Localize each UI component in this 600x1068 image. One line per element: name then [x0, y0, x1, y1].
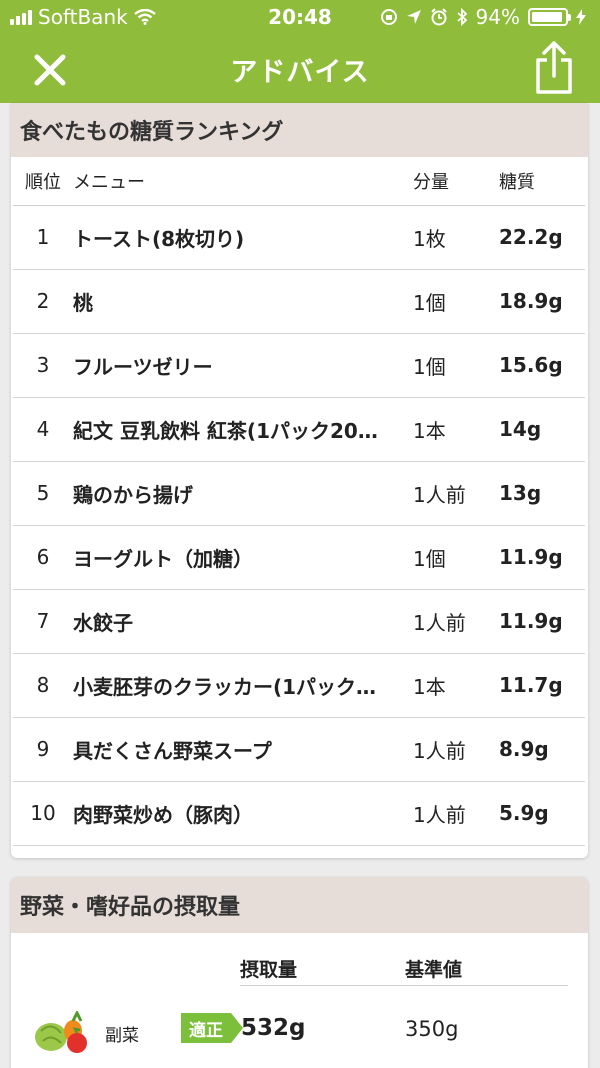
amount-cell: 1人前: [413, 717, 499, 782]
header-amount: 分量: [413, 157, 499, 206]
header-intake: 摂取量: [240, 959, 298, 981]
intake-body: 摂取量 基準値 副菜 適正 532g 350g: [11, 933, 588, 1068]
menu-name: 桃: [73, 290, 93, 315]
alarm-icon: [430, 8, 447, 26]
amount-cell: 1人前: [413, 781, 499, 846]
amount-cell: 1個: [413, 333, 499, 398]
header-carbs: 糖質: [499, 157, 585, 206]
carbs-cell: 13g: [499, 461, 585, 526]
carbs-cell: 11.7g: [499, 653, 585, 718]
amount-cell: 1個: [413, 269, 499, 334]
rank-cell: 8: [13, 653, 73, 718]
header-menu: メニュー: [73, 157, 413, 206]
intake-title: 野菜・嗜好品の摂取量: [11, 877, 588, 933]
battery-icon: [528, 8, 571, 26]
carbs-cell: 8.9g: [499, 717, 585, 782]
header-rank: 順位: [13, 157, 73, 206]
status-bar: SoftBank 20:48 94%: [0, 0, 600, 34]
menu-name-cell: 紀文 豆乳飲料 紅茶(1パック20…: [73, 397, 413, 462]
intake-row-label: 副菜: [105, 1026, 139, 1046]
vegetables-icon: [35, 1011, 87, 1053]
carbs-cell: 5.9g: [499, 781, 585, 846]
menu-name: 紀文 豆乳飲料 紅茶(1パック20…: [73, 418, 378, 443]
carbs-cell: 15.6g: [499, 333, 585, 398]
menu-name-cell: トースト(8枚切り): [73, 205, 413, 270]
menu-name-cell: ヨーグルト（加糖）: [73, 525, 413, 590]
menu-name-cell: 桃: [73, 269, 413, 334]
table-row: 1 トースト(8枚切り) 1枚 22.2g: [13, 205, 585, 270]
intake-value: 532g: [241, 1015, 306, 1041]
amount-cell: 1枚: [413, 205, 499, 270]
status-badge: 適正: [181, 1013, 243, 1043]
divider: [240, 985, 568, 986]
table-header-row: 順位 メニュー 分量 糖質: [13, 157, 585, 206]
carbs-cell: 11.9g: [499, 589, 585, 654]
rank-cell: 3: [13, 333, 73, 398]
table-row: 4 紀文 豆乳飲料 紅茶(1パック20… 1本 14g: [13, 397, 585, 462]
menu-name-cell: 鶏のから揚げ: [73, 461, 413, 526]
charging-icon: [576, 9, 586, 25]
menu-name: 具だくさん野菜スープ: [73, 738, 272, 763]
menu-name-cell: 肉野菜炒め（豚肉）: [73, 781, 413, 846]
battery-percent: 94%: [475, 5, 520, 29]
menu-name: 肉野菜炒め（豚肉）: [73, 802, 253, 827]
location-icon: [406, 10, 421, 24]
menu-name: フルーツゼリー: [73, 354, 213, 379]
vegetable-intake-card: 野菜・嗜好品の摂取量 摂取量 基準値 副菜 適正 532g 350g: [11, 877, 588, 1068]
carbs-cell: 14g: [499, 397, 585, 462]
menu-name: ヨーグルト（加糖）: [73, 546, 253, 571]
rank-cell: 10: [13, 781, 73, 846]
menu-name-cell: 水餃子: [73, 589, 413, 654]
table-row: 3 フルーツゼリー 1個 15.6g: [13, 333, 585, 398]
table-row: 5 鶏のから揚げ 1人前 13g: [13, 461, 585, 526]
carbs-cell: 22.2g: [499, 205, 585, 270]
app-header: SoftBank 20:48 94% アドバイス: [0, 0, 600, 103]
carb-ranking-table: 順位 メニュー 分量 糖質 1 トースト(8枚切り) 1枚 22.2g 2 桃 1個 18.9…: [13, 157, 585, 846]
standard-value: 350g: [405, 1017, 459, 1041]
rotation-lock-icon: [380, 9, 397, 25]
page-title: アドバイス: [230, 57, 370, 88]
carbs-cell: 11.9g: [499, 525, 585, 590]
amount-cell: 1個: [413, 525, 499, 590]
battery-fill: [532, 12, 563, 22]
table-row: 9 具だくさん野菜スープ 1人前 8.9g: [13, 717, 585, 782]
rank-cell: 1: [13, 205, 73, 270]
rank-cell: 9: [13, 717, 73, 782]
rank-cell: 5: [13, 461, 73, 526]
menu-name-cell: 小麦胚芽のクラッカー(1パック…: [73, 653, 413, 718]
amount-cell: 1人前: [413, 461, 499, 526]
rank-cell: 6: [13, 525, 73, 590]
table-row: 8 小麦胚芽のクラッカー(1パック… 1本 11.7g: [13, 653, 585, 718]
menu-name-cell: フルーツゼリー: [73, 333, 413, 398]
rank-cell: 4: [13, 397, 73, 462]
menu-name: トースト(8枚切り): [73, 226, 245, 251]
bluetooth-icon: [456, 8, 467, 26]
amount-cell: 1人前: [413, 589, 499, 654]
header-standard: 基準値: [405, 959, 463, 981]
menu-name: 小麦胚芽のクラッカー(1パック…: [73, 674, 377, 699]
table-row: 6 ヨーグルト（加糖） 1個 11.9g: [13, 525, 585, 590]
menu-name: 鶏のから揚げ: [73, 482, 193, 507]
menu-name-cell: 具だくさん野菜スープ: [73, 717, 413, 782]
rank-cell: 7: [13, 589, 73, 654]
table-row: 2 桃 1個 18.9g: [13, 269, 585, 334]
rank-cell: 2: [13, 269, 73, 334]
carb-ranking-title: 食べたもの糖質ランキング: [11, 103, 588, 157]
share-icon[interactable]: [530, 40, 578, 96]
table-row: 10 肉野菜炒め（豚肉） 1人前 5.9g: [13, 781, 585, 846]
amount-cell: 1本: [413, 397, 499, 462]
status-right: 94%: [380, 5, 586, 29]
carb-ranking-card: 食べたもの糖質ランキング 順位 メニュー 分量 糖質 1 トースト(8枚切り) 1枚…: [11, 103, 588, 858]
amount-cell: 1本: [413, 653, 499, 718]
menu-name: 水餃子: [73, 610, 133, 635]
nav-bar: アドバイス: [0, 34, 600, 103]
table-row: 7 水餃子 1人前 11.9g: [13, 589, 585, 654]
carbs-cell: 18.9g: [499, 269, 585, 334]
